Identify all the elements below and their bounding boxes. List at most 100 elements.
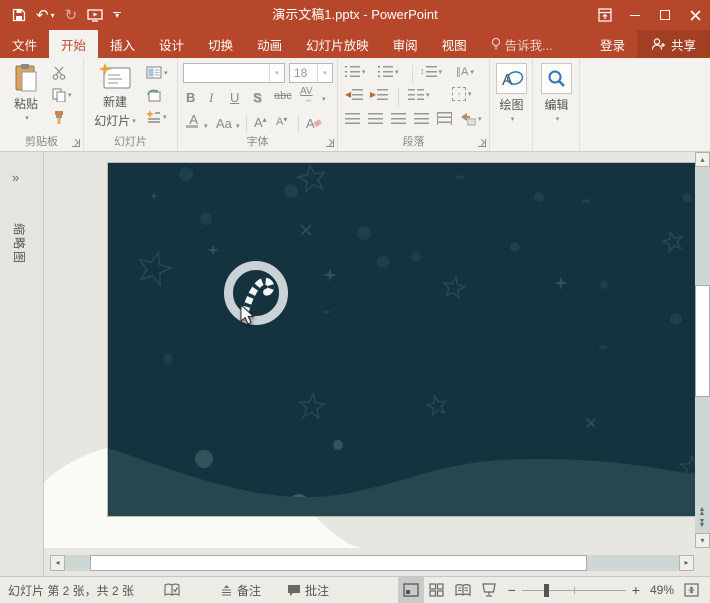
- reading-view-button[interactable]: [450, 577, 476, 603]
- line-spacing-button[interactable]: ↕▾: [420, 66, 442, 77]
- section-button[interactable]: ▾: [146, 110, 167, 124]
- tab-view[interactable]: 视图: [430, 30, 479, 58]
- fit-slide-to-window-button[interactable]: [678, 577, 704, 603]
- layout-button[interactable]: ▾: [146, 66, 168, 79]
- tell-me-box[interactable]: 告诉我...: [479, 30, 565, 58]
- reset-slide-button[interactable]: [146, 88, 161, 102]
- clipboard-dialog-launcher[interactable]: [72, 139, 80, 147]
- vertical-scrollbar[interactable]: ▴ ▾: [695, 152, 710, 548]
- vertical-scroll-thumb[interactable]: [695, 285, 710, 397]
- tab-animations[interactable]: 动画: [245, 30, 294, 58]
- bullets-button[interactable]: ▾: [345, 66, 366, 77]
- font-color-button[interactable]: A: [186, 114, 198, 128]
- font-size-combo[interactable]: 18 ▾: [289, 63, 333, 83]
- slide-canvas[interactable]: [108, 163, 695, 516]
- next-slide-button[interactable]: ▼▼: [699, 520, 706, 528]
- align-text-dropdown[interactable]: ▾: [468, 90, 472, 98]
- drawing-dropdown[interactable]: ▾: [511, 115, 515, 123]
- align-text-button[interactable]: ↑▾: [452, 87, 472, 101]
- zoom-slider-thumb[interactable]: [544, 584, 549, 597]
- undo-button[interactable]: ↶▾: [36, 6, 55, 24]
- comments-button[interactable]: 批注: [279, 577, 337, 603]
- strikethrough-button[interactable]: abc: [274, 90, 292, 102]
- close-button[interactable]: [680, 0, 710, 30]
- scroll-left-button[interactable]: ◂: [50, 555, 65, 571]
- horizontal-scroll-thumb[interactable]: [90, 555, 587, 571]
- copy-button[interactable]: ▾: [52, 88, 72, 102]
- text-direction-dropdown[interactable]: ▾: [470, 68, 474, 76]
- font-name-dropdown-icon[interactable]: ▾: [269, 64, 284, 82]
- horizontal-scrollbar[interactable]: [65, 555, 679, 571]
- paste-button[interactable]: 粘贴 ▾: [8, 63, 44, 122]
- change-case-button[interactable]: Aa: [216, 116, 232, 131]
- minimize-button[interactable]: [620, 0, 650, 30]
- character-spacing-button[interactable]: AV↔: [300, 88, 313, 104]
- spellcheck-indicator[interactable]: [156, 577, 188, 603]
- format-painter-button[interactable]: [52, 110, 66, 125]
- tab-design[interactable]: 设计: [147, 30, 196, 58]
- align-center-button[interactable]: [368, 113, 383, 124]
- notes-button[interactable]: 备注: [212, 577, 269, 603]
- new-slide-button[interactable]: 新建 幻灯片▾: [89, 63, 141, 129]
- scroll-right-button[interactable]: ▸: [679, 555, 694, 571]
- shrink-font-button[interactable]: A▾: [276, 115, 287, 128]
- underline-button[interactable]: U: [230, 90, 239, 105]
- slide-sorter-view-button[interactable]: [424, 577, 450, 603]
- tab-transitions[interactable]: 切换: [196, 30, 245, 58]
- customize-qat-dropdown-icon[interactable]: ▾: [113, 12, 121, 18]
- smartart-convert-button[interactable]: ▾: [460, 112, 482, 126]
- ribbon-display-options-icon[interactable]: [590, 0, 620, 30]
- bold-button[interactable]: B: [186, 90, 195, 105]
- tab-home[interactable]: 开始: [49, 30, 98, 58]
- italic-button[interactable]: I: [209, 90, 213, 106]
- editing-button[interactable]: 编辑 ▾: [540, 63, 573, 123]
- paste-dropdown[interactable]: ▾: [25, 114, 29, 122]
- section-dropdown[interactable]: ▾: [163, 113, 167, 121]
- tab-file[interactable]: 文件: [0, 30, 49, 58]
- font-dialog-launcher[interactable]: [326, 139, 334, 147]
- align-left-button[interactable]: [345, 113, 360, 124]
- distribute-button[interactable]: [437, 112, 452, 125]
- zoom-slider[interactable]: [522, 584, 626, 597]
- clear-formatting-button[interactable]: A: [306, 116, 322, 130]
- drawing-button[interactable]: A 绘图 ▾: [495, 63, 528, 123]
- justify-button[interactable]: [414, 113, 429, 124]
- maximize-button[interactable]: [650, 0, 680, 30]
- text-direction-button[interactable]: ∥A▾: [456, 66, 474, 78]
- change-case-dropdown[interactable]: ▾: [236, 122, 240, 130]
- cut-button[interactable]: [52, 66, 67, 80]
- tab-review[interactable]: 审阅: [381, 30, 430, 58]
- font-name-combo[interactable]: ▾: [183, 63, 285, 83]
- editing-dropdown[interactable]: ▾: [556, 115, 560, 123]
- normal-view-button[interactable]: [398, 577, 424, 603]
- scroll-down-button[interactable]: ▾: [695, 533, 710, 548]
- bullets-dropdown[interactable]: ▾: [362, 68, 366, 76]
- redo-button[interactable]: ↻: [65, 6, 78, 24]
- grow-font-button[interactable]: A▴: [254, 115, 267, 130]
- expand-pane-icon[interactable]: »: [12, 170, 19, 185]
- numbering-button[interactable]: ▾: [378, 66, 399, 77]
- tab-insert[interactable]: 插入: [98, 30, 147, 58]
- font-size-dropdown-icon[interactable]: ▾: [317, 64, 332, 82]
- sign-in-button[interactable]: 登录: [588, 30, 637, 58]
- columns-dropdown[interactable]: ▾: [426, 91, 430, 99]
- previous-slide-button[interactable]: ▲▲: [699, 508, 706, 516]
- share-button[interactable]: 共享: [637, 30, 710, 58]
- tab-slideshow[interactable]: 幻灯片放映: [294, 30, 381, 58]
- decrease-indent-button[interactable]: ◀: [345, 89, 363, 100]
- zoom-in-button[interactable]: +: [632, 583, 640, 597]
- slide-number-indicator[interactable]: 幻灯片 第 2 张，共 2 张: [0, 577, 142, 603]
- layout-dropdown[interactable]: ▾: [164, 69, 168, 77]
- new-slide-dropdown[interactable]: ▾: [132, 117, 136, 125]
- text-shadow-button[interactable]: S: [253, 90, 262, 105]
- increase-indent-button[interactable]: ▶: [370, 89, 388, 100]
- font-color-dropdown[interactable]: ▾: [204, 122, 208, 130]
- start-slideshow-icon[interactable]: [87, 9, 103, 22]
- copy-dropdown[interactable]: ▾: [68, 91, 72, 99]
- save-icon[interactable]: [12, 8, 26, 22]
- zoom-out-button[interactable]: −: [508, 583, 516, 597]
- scroll-up-button[interactable]: ▴: [695, 152, 710, 167]
- line-spacing-dropdown[interactable]: ▾: [439, 68, 443, 76]
- numbering-dropdown[interactable]: ▾: [395, 68, 399, 76]
- paragraph-dialog-launcher[interactable]: [478, 139, 486, 147]
